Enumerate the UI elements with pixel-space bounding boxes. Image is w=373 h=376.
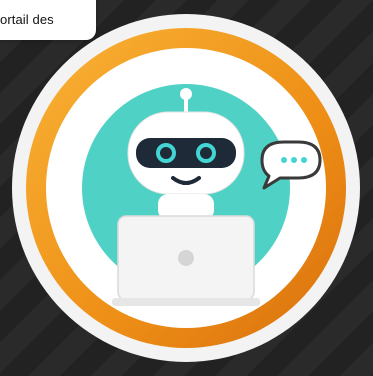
robot-visor	[136, 138, 236, 168]
robot-badge	[8, 10, 364, 366]
chat-dot-3	[301, 157, 307, 163]
laptop-logo	[178, 250, 194, 266]
laptop-base	[112, 298, 260, 306]
robot-antenna-tip	[180, 88, 192, 100]
chat-dot-1	[281, 157, 287, 163]
robot-badge-svg	[12, 14, 360, 362]
chat-dot-2	[291, 157, 297, 163]
